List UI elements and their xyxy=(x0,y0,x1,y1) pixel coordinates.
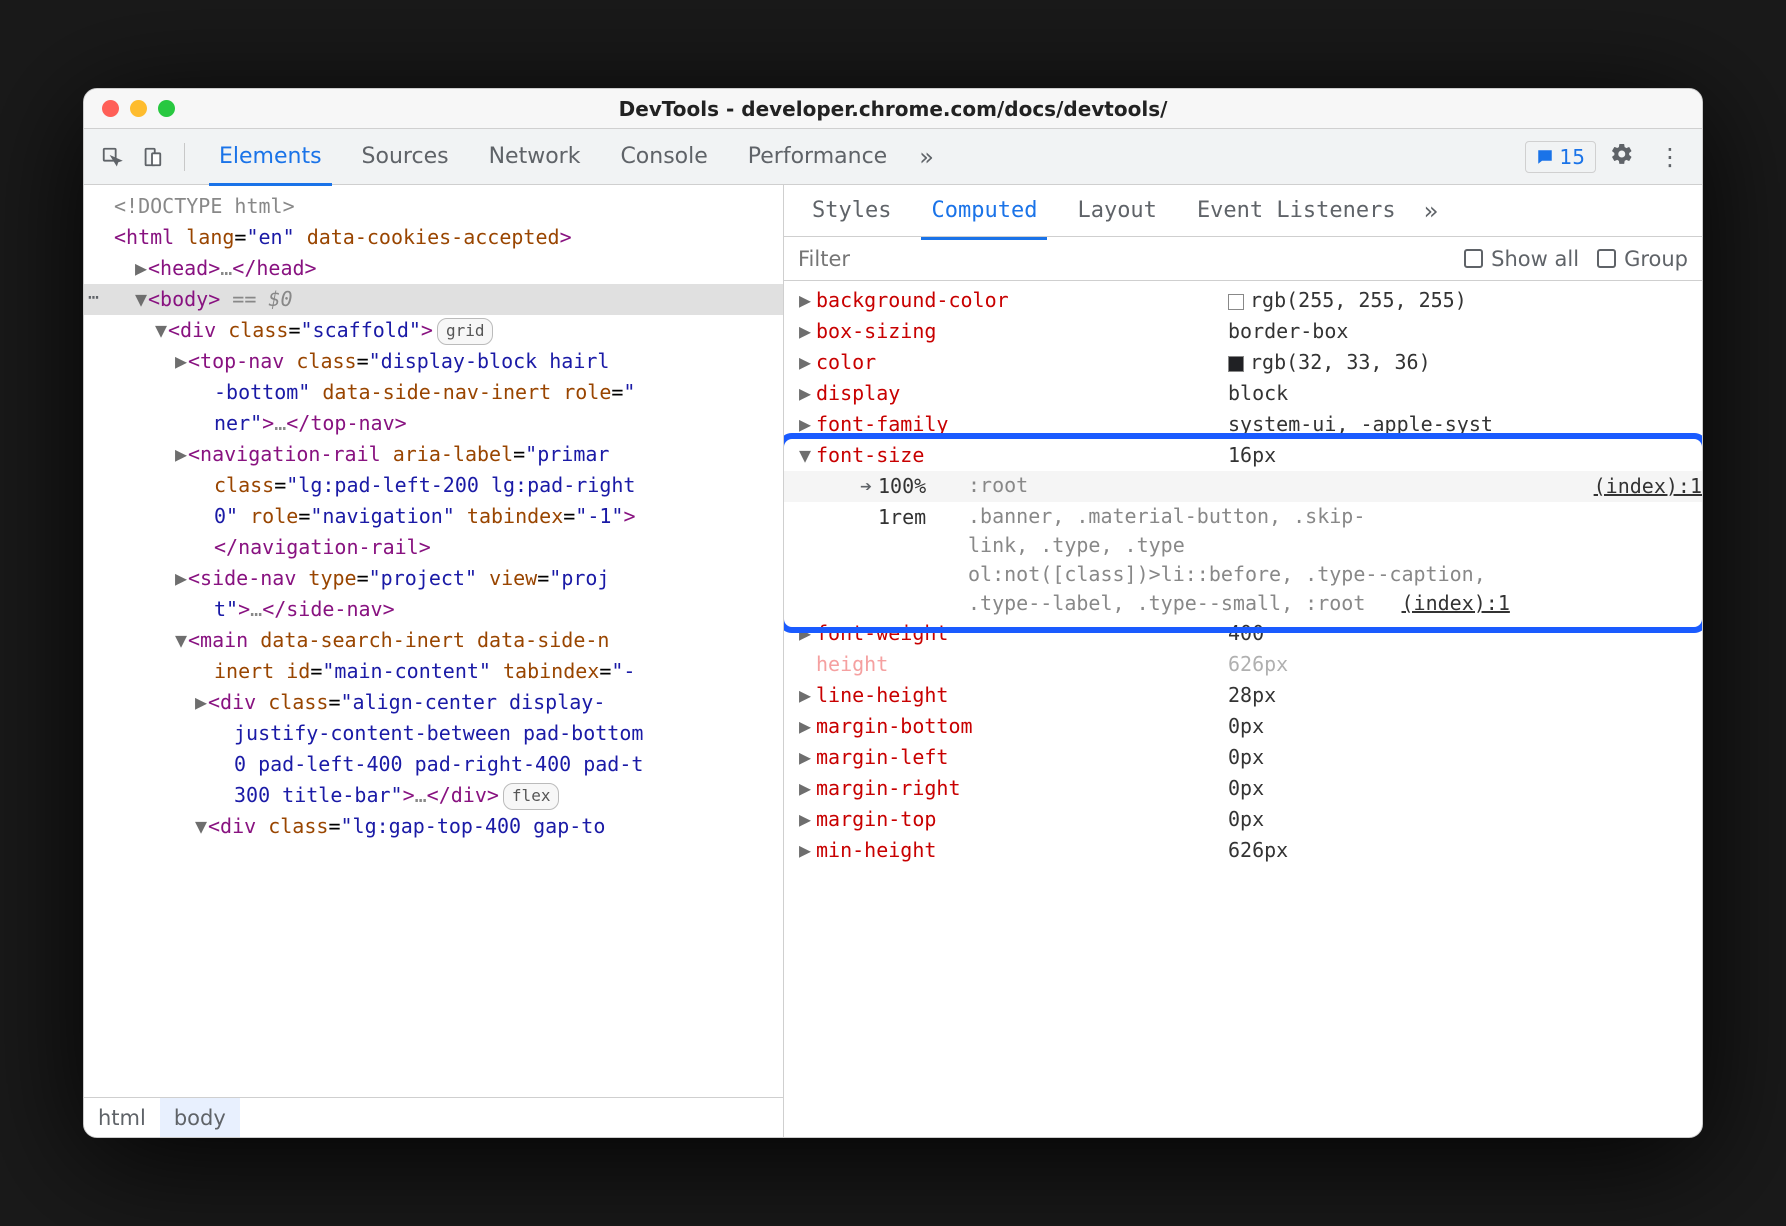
tab-network[interactable]: Network xyxy=(469,129,601,185)
tab-performance[interactable]: Performance xyxy=(728,129,907,185)
source-row[interactable]: ➔ 100% :root (index):1 xyxy=(784,471,1702,502)
tab-event-listeners[interactable]: Event Listeners xyxy=(1177,183,1416,239)
sidebar-tabs: Styles Computed Layout Event Listeners » xyxy=(784,185,1702,237)
source-link[interactable]: (index):1 xyxy=(1401,591,1509,615)
prop-row: ▶margin-top0px xyxy=(784,804,1702,835)
tab-computed[interactable]: Computed xyxy=(911,183,1057,239)
filter-row: Show all Group xyxy=(784,237,1702,281)
tab-sources[interactable]: Sources xyxy=(342,129,469,185)
prop-row: ▶box-sizingborder-box xyxy=(784,316,1702,347)
tab-elements[interactable]: Elements xyxy=(199,129,342,185)
group-checkbox[interactable]: Group xyxy=(1597,247,1688,271)
tab-styles[interactable]: Styles xyxy=(792,183,911,239)
kebab-menu-icon[interactable]: ⋮ xyxy=(1648,143,1692,171)
filter-input[interactable] xyxy=(798,247,1066,271)
window-controls xyxy=(84,100,175,117)
main-toolbar: Elements Sources Network Console Perform… xyxy=(84,129,1702,185)
settings-icon[interactable] xyxy=(1600,142,1644,172)
zoom-window-icon[interactable] xyxy=(158,100,175,117)
prop-row: ▶font-familysystem-ui, -apple-syst xyxy=(784,409,1702,440)
more-subtabs-icon[interactable]: » xyxy=(1416,197,1446,225)
source-link[interactable]: (index):1 xyxy=(1594,471,1702,502)
prop-row: ▼font-size16px xyxy=(784,440,1702,471)
crumb-html[interactable]: html xyxy=(84,1098,160,1137)
issues-button[interactable]: 15 xyxy=(1525,141,1596,173)
prop-row: ▶margin-bottom0px xyxy=(784,711,1702,742)
prop-row: ▶font-weight400 xyxy=(784,618,1702,649)
titlebar: DevTools - developer.chrome.com/docs/dev… xyxy=(84,89,1702,129)
tab-console[interactable]: Console xyxy=(600,129,727,185)
device-toggle-icon[interactable] xyxy=(134,139,170,175)
layout-badge[interactable]: flex xyxy=(503,783,560,810)
selected-node[interactable]: ▼<body> == $0 xyxy=(84,284,783,315)
styles-sidebar: Styles Computed Layout Event Listeners »… xyxy=(784,185,1702,1137)
more-tabs-icon[interactable]: » xyxy=(911,143,942,171)
goto-source-icon[interactable]: ➔ xyxy=(854,471,878,502)
showall-checkbox[interactable]: Show all xyxy=(1464,247,1579,271)
breadcrumb: html body xyxy=(84,1097,783,1137)
window-title: DevTools - developer.chrome.com/docs/dev… xyxy=(84,97,1702,121)
prop-row: height626px xyxy=(784,649,1702,680)
tab-layout[interactable]: Layout xyxy=(1057,183,1176,239)
crumb-body[interactable]: body xyxy=(160,1098,240,1137)
inspect-icon[interactable] xyxy=(94,139,130,175)
prop-row: ▶line-height28px xyxy=(784,680,1702,711)
prop-row: ▶min-height626px xyxy=(784,835,1702,866)
close-window-icon[interactable] xyxy=(102,100,119,117)
prop-row: ▶colorrgb(32, 33, 36) xyxy=(784,347,1702,378)
issues-count: 15 xyxy=(1560,145,1585,169)
minimize-window-icon[interactable] xyxy=(130,100,147,117)
computed-list[interactable]: ▶background-colorrgb(255, 255, 255) ▶box… xyxy=(784,281,1702,1137)
layout-badge[interactable]: grid xyxy=(437,318,494,345)
prop-row: ▶displayblock xyxy=(784,378,1702,409)
source-row[interactable]: 1rem .banner, .material-button, .skip- l… xyxy=(784,502,1702,618)
prop-row: ▶margin-left0px xyxy=(784,742,1702,773)
devtools-window: DevTools - developer.chrome.com/docs/dev… xyxy=(83,88,1703,1138)
prop-row: ▶background-colorrgb(255, 255, 255) xyxy=(784,285,1702,316)
elements-panel: <!DOCTYPE html> <html lang="en" data-coo… xyxy=(84,185,784,1137)
main-tabs: Elements Sources Network Console Perform… xyxy=(199,129,907,185)
prop-row: ▶margin-right0px xyxy=(784,773,1702,804)
dom-line: <!DOCTYPE html> xyxy=(114,194,295,218)
dom-tree[interactable]: <!DOCTYPE html> <html lang="en" data-coo… xyxy=(84,185,783,1097)
